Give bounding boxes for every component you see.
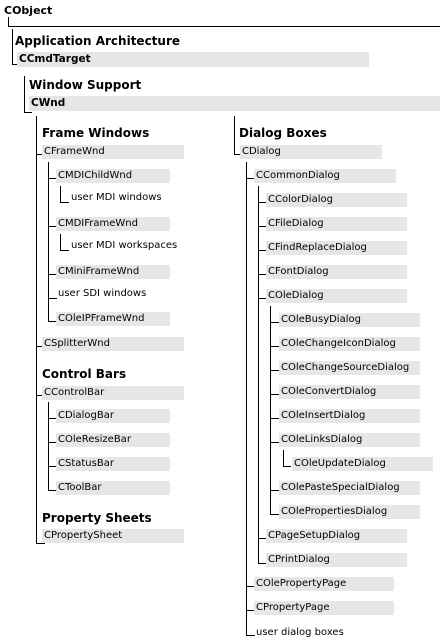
connector-line — [24, 76, 25, 112]
node-cpropertypage: CPropertyPage — [254, 601, 394, 615]
heading-property-sheets: Property Sheets — [42, 511, 152, 525]
node-user-dialog-boxes: user dialog boxes — [256, 627, 344, 638]
connector-line — [270, 346, 279, 347]
connector-line — [246, 162, 247, 636]
node-cminiframewnd: CMiniFrameWnd — [56, 265, 170, 279]
connector-line — [12, 29, 13, 64]
node-coleinsertdialog: COleInsertDialog — [279, 409, 420, 423]
connector-line — [36, 543, 45, 544]
node-cframewnd: CFrameWnd — [42, 145, 184, 159]
heading-window-support: Window Support — [29, 78, 142, 92]
node-ccmdtarget: CCmdTarget — [17, 52, 369, 67]
node-ccontrolbar: CControlBar — [42, 386, 184, 400]
connector-line — [8, 26, 440, 27]
node-coleconvertdialog: COleConvertDialog — [279, 385, 420, 399]
connector-line — [60, 234, 61, 250]
node-ccommondialog: CCommonDialog — [254, 169, 396, 183]
connector-line — [270, 306, 271, 515]
node-coledialog: COleDialog — [266, 289, 407, 303]
connector-line — [36, 116, 37, 544]
node-ctoolbar: CToolBar — [56, 481, 170, 495]
node-colebusydialog: COleBusyDialog — [279, 313, 420, 327]
connector-line — [270, 418, 279, 419]
connector-line — [258, 186, 259, 564]
node-user-mdi-workspaces: user MDI workspaces — [71, 240, 178, 251]
heading-frame-windows: Frame Windows — [42, 126, 150, 140]
connector-line — [270, 322, 279, 323]
node-colelinksdialog: COleLinksDialog — [279, 433, 420, 447]
node-colepropertiesdialog: COlePropertiesDialog — [279, 505, 420, 519]
connector-line — [270, 442, 279, 443]
node-colepastespecialdialog: COlePasteSpecialDialog — [279, 481, 420, 495]
connector-line — [48, 402, 49, 491]
connector-line — [234, 116, 235, 154]
node-cmdichildwnd: CMDIChildWnd — [56, 169, 170, 183]
heading-application-architecture: Application Architecture — [15, 34, 181, 48]
node-coleupdatedialog: COleUpdateDialog — [292, 457, 433, 471]
node-cfontdialog: CFontDialog — [266, 265, 407, 279]
node-colechangesourcedialog: COleChangeSourceDialog — [279, 361, 420, 375]
node-user-mdi-windows: user MDI windows — [71, 192, 162, 203]
node-cfiledialog: CFileDialog — [266, 217, 407, 231]
connector-line — [270, 370, 279, 371]
heading-dialog-boxes: Dialog Boxes — [239, 126, 327, 140]
node-cstatusbar: CStatusBar — [56, 457, 170, 471]
connector-line — [270, 490, 279, 491]
connector-line — [60, 202, 69, 203]
connector-line — [270, 514, 279, 515]
node-cobject: CObject — [4, 4, 53, 17]
node-csplitterwnd: CSplitterWnd — [42, 337, 184, 351]
node-coleresizebar: COleResizeBar — [56, 433, 170, 447]
node-cdialogbar: CDialogBar — [56, 409, 170, 423]
node-cwnd: CWnd — [29, 96, 440, 111]
node-cdialog: CDialog — [240, 145, 382, 159]
connector-line — [8, 17, 9, 26]
connector-line — [283, 466, 291, 467]
heading-control-bars: Control Bars — [42, 367, 127, 381]
connector-line — [60, 250, 69, 251]
node-cpagesetupdialog: CPageSetupDialog — [266, 529, 407, 543]
node-colepropertypage: COlePropertyPage — [254, 577, 394, 591]
connector-line — [283, 450, 284, 466]
node-coleipframewnd: COleIPFrameWnd — [56, 312, 170, 326]
node-cfindreplacedialog: CFindReplaceDialog — [266, 241, 407, 255]
connector-line — [24, 112, 32, 113]
node-cprintdialog: CPrintDialog — [266, 553, 407, 567]
node-cpropertysheet: CPropertySheet — [42, 529, 184, 543]
connector-line — [60, 186, 61, 202]
node-ccolordialog: CColorDialog — [266, 193, 407, 207]
node-colechangeicondialog: COleChangeIconDialog — [279, 337, 420, 351]
connector-line — [270, 394, 279, 395]
node-cmdiframewnd: CMDIFrameWnd — [56, 217, 170, 231]
node-user-sdi-windows: user SDI windows — [58, 288, 147, 299]
